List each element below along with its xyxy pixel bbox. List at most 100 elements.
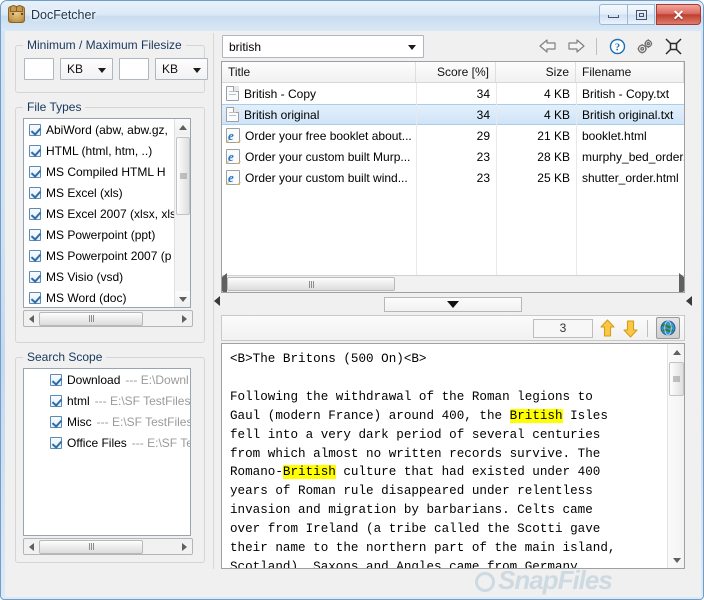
checkbox-icon[interactable] (50, 437, 62, 449)
preview-line: <B>The Britons (500 On)<B> (230, 350, 662, 369)
collapse-preview-button[interactable] (384, 297, 522, 312)
checkbox-icon[interactable] (29, 208, 41, 220)
scroll-right-icon[interactable] (177, 311, 192, 326)
forward-arrow-icon[interactable] (566, 36, 586, 56)
checkbox-icon[interactable] (50, 374, 62, 386)
file-type-item[interactable]: HTML (html, htm, ..) (24, 140, 190, 161)
cell-title: Order your custom built wind... (222, 170, 416, 185)
table-row[interactable]: Order your custom built wind...2325 KBsh… (222, 167, 684, 188)
search-scope-list[interactable]: Download--- E:\Downlhtml--- E:\SF TestFi… (23, 368, 191, 536)
watermark-text: SnapFiles (498, 565, 612, 595)
max-filesize-input[interactable] (119, 58, 149, 80)
file-type-label: HTML (html, htm, ..) (46, 144, 152, 158)
file-type-item[interactable]: MS Excel 2007 (xlsx, xlsm (24, 203, 190, 224)
search-scope-item[interactable]: Misc--- E:\SF TestFiles\ (24, 411, 190, 432)
scroll-right-icon[interactable] (679, 277, 684, 291)
scrollbar-thumb[interactable] (669, 362, 684, 396)
grip-icon (673, 376, 680, 383)
scrollbar-thumb[interactable] (39, 312, 143, 326)
column-header-filename[interactable]: Filename (576, 62, 684, 82)
maximize-button[interactable] (627, 4, 655, 25)
scrollbar-thumb[interactable] (227, 277, 395, 291)
file-types-items: AbiWord (abw, abw.gz, HTML (html, htm, ..… (24, 119, 190, 308)
preview-line: years of Roman rule disappeared under re… (230, 482, 662, 501)
results-horizontal-scrollbar[interactable] (222, 275, 684, 292)
column-header-size[interactable]: Size (496, 62, 576, 82)
search-input[interactable]: british (222, 35, 424, 58)
table-row[interactable]: Order your custom built Murp...2328 KBmu… (222, 146, 684, 167)
scroll-up-icon[interactable] (668, 344, 685, 360)
checkbox-icon[interactable] (29, 271, 41, 283)
previous-match-button[interactable] (599, 319, 616, 338)
checkbox-icon[interactable] (29, 145, 41, 157)
file-type-label: MS Excel (xls) (46, 186, 123, 200)
search-scope-path: --- E:\Downl (125, 373, 188, 387)
file-type-item[interactable]: MS Compiled HTML H (24, 161, 190, 182)
file-type-item[interactable]: MS Word (doc) (24, 287, 190, 308)
checkbox-icon[interactable] (50, 395, 62, 407)
checkbox-icon[interactable] (50, 416, 62, 428)
results-table[interactable]: Title Score [%] Size Filename British - … (221, 61, 685, 293)
scroll-left-icon[interactable] (24, 311, 39, 326)
search-scope-name: Office Files (67, 436, 127, 450)
scroll-right-icon[interactable] (177, 539, 192, 554)
scroll-down-icon[interactable] (175, 291, 191, 307)
checkbox-icon[interactable] (29, 124, 41, 136)
scroll-down-icon[interactable] (668, 552, 685, 568)
open-in-browser-button[interactable] (656, 317, 680, 339)
min-filesize-input[interactable] (24, 58, 54, 80)
file-type-item[interactable]: AbiWord (abw, abw.gz, (24, 119, 190, 140)
table-row[interactable]: British original344 KBBritish original.t… (222, 104, 684, 125)
scrollbar-thumb[interactable] (39, 540, 143, 554)
left-sash-collapse-handle[interactable] (213, 33, 221, 569)
svg-text:?: ? (614, 42, 619, 53)
checkbox-icon[interactable] (29, 292, 41, 304)
checkbox-icon[interactable] (29, 187, 41, 199)
back-arrow-icon[interactable] (538, 36, 558, 56)
next-match-button[interactable] (622, 319, 639, 338)
right-sash-collapse-handle[interactable] (685, 33, 693, 569)
column-header-title[interactable]: Title (222, 62, 416, 82)
preview-line: over from Ireland (a tribe called the Sc… (230, 520, 662, 539)
filesize-group: Minimum / Maximum Filesize KB KB (15, 45, 205, 93)
cell-score: 29 (416, 129, 496, 143)
watermark-circle-icon (475, 572, 495, 592)
file-type-item[interactable]: MS Visio (vsd) (24, 266, 190, 287)
table-row[interactable]: Order your free booklet about...2921 KBb… (222, 125, 684, 146)
preview-line: Romano-British culture that had existed … (230, 463, 662, 482)
preview-panel[interactable]: <B>The Britons (500 On)<B> Following the… (221, 343, 685, 569)
scrollbar-thumb[interactable] (176, 137, 190, 215)
checkbox-icon[interactable] (29, 229, 41, 241)
help-icon[interactable]: ? (607, 36, 627, 56)
checkbox-icon[interactable] (29, 166, 41, 178)
checkbox-icon[interactable] (29, 250, 41, 262)
max-filesize-unit-select[interactable]: KB (155, 58, 208, 80)
file-types-vertical-scrollbar[interactable] (174, 119, 190, 307)
preview-line: Gaul (modern France) around 400, the Bri… (230, 407, 662, 426)
min-filesize-unit-select[interactable]: KB (60, 58, 113, 80)
file-types-horizontal-scrollbar[interactable] (23, 310, 193, 327)
collapse-icon[interactable] (663, 36, 683, 56)
table-row[interactable]: British - Copy344 KBBritish - Copy.txt (222, 83, 684, 104)
search-toolbar: ? (538, 36, 683, 56)
preview-vertical-scrollbar[interactable] (667, 344, 684, 568)
search-scope-horizontal-scrollbar[interactable] (23, 538, 193, 555)
column-header-score[interactable]: Score [%] (416, 62, 496, 82)
file-type-item[interactable]: MS Powerpoint 2007 (p (24, 245, 190, 266)
page-number-input[interactable]: 3 (533, 319, 593, 338)
chevron-down-icon[interactable] (408, 45, 416, 50)
search-scope-item[interactable]: html--- E:\SF TestFiles\ (24, 390, 190, 411)
file-types-list[interactable]: AbiWord (abw, abw.gz, HTML (html, htm, ..… (23, 118, 191, 308)
search-scope-item[interactable]: Office Files--- E:\SF Tes (24, 432, 190, 453)
file-type-item[interactable]: MS Powerpoint (ppt) (24, 224, 190, 245)
file-type-label: MS Visio (vsd) (46, 270, 123, 284)
minimize-button[interactable] (599, 4, 627, 25)
file-type-item[interactable]: MS Excel (xls) (24, 182, 190, 203)
scroll-up-icon[interactable] (175, 119, 191, 135)
preview-line (230, 369, 662, 388)
search-scope-item[interactable]: Download--- E:\Downl (24, 369, 190, 390)
scroll-left-icon[interactable] (24, 539, 39, 554)
close-button[interactable]: ✕ (656, 4, 701, 25)
gear-icon[interactable] (635, 36, 655, 56)
file-type-label: AbiWord (abw, abw.gz, (46, 123, 168, 137)
